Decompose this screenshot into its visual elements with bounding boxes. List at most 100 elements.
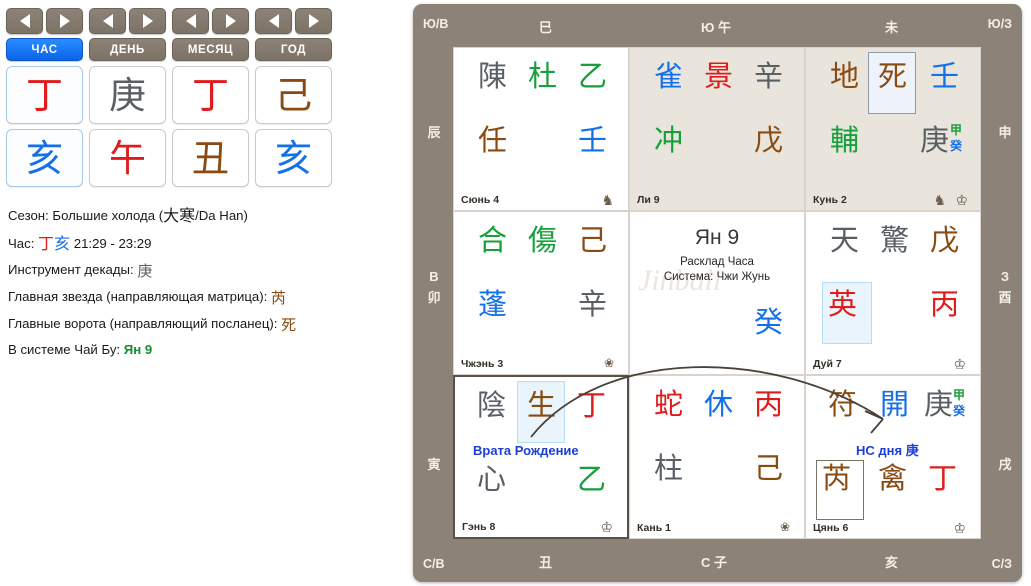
crown-icon: ♔ [953, 520, 966, 536]
tab-day[interactable]: ДЕНЬ [89, 38, 166, 61]
edge-bottom-1: 丑 [539, 556, 553, 571]
day-branch-cell[interactable]: 午 [89, 129, 166, 187]
edge-right-1: 申 [998, 126, 1012, 141]
crown-icon: ♔ [953, 356, 966, 372]
palace-cell-xun-4[interactable]: 陳 杜 乙 任 壬 Сюнь 4 ♞ [453, 47, 629, 211]
edge-top-left-corner: Ю/В [423, 17, 449, 31]
cell4-spirit: 天 [830, 223, 860, 257]
cell5-stem: 丁 [577, 388, 607, 422]
cell6-star: 柱 [654, 451, 684, 485]
cell1-earth: 戊 [754, 123, 784, 157]
month-stem-cell[interactable]: 丁 [172, 66, 249, 124]
pillar-stems-row: 丁 庚 丁 己 [6, 66, 332, 129]
pillar-col-hour-nav [6, 8, 83, 38]
triangle-left-icon [268, 14, 279, 28]
cell5-star: 心 [477, 462, 507, 496]
cell4-stem: 戊 [930, 223, 960, 257]
tab-hour[interactable]: ЧАС [6, 38, 83, 61]
four-pillars-selector: ЧАС ДЕНЬ МЕСЯЦ ГОД 丁 庚 丁 己 亥 午 丑 亥 [6, 8, 332, 192]
cell0-earth: 壬 [578, 123, 608, 157]
cell7-earth: 丁 [928, 461, 958, 495]
cell5-earth: 乙 [577, 462, 607, 496]
info-chai-bu-value: Ян 9 [123, 342, 153, 358]
info-decade: Инструмент декады: 庚 [8, 262, 398, 281]
palace-cell-zhen-3[interactable]: 合 傷 己 蓬 辛 Чжэнь 3 ❀ [453, 211, 629, 375]
month-branch-cell[interactable]: 丑 [172, 129, 249, 187]
info-gate-value: 死 [281, 315, 297, 334]
cell5-tooltip: Врата Рождение [473, 443, 579, 458]
cell0-palace-label: Сюнь 4 [461, 194, 500, 206]
tab-month[interactable]: МЕСЯЦ [172, 38, 249, 61]
edge-bottom-right-corner: С/З [991, 557, 1012, 571]
cell7-stem-sup-bottom: 癸 [953, 404, 966, 418]
day-stem-cell[interactable]: 庚 [89, 66, 166, 124]
hour-branch-cell[interactable]: 亥 [6, 129, 83, 187]
cell0-stem: 乙 [578, 59, 608, 93]
cell5-gate: 生 [527, 388, 557, 422]
pillar-nav-row [6, 8, 332, 38]
triangle-left-icon [102, 14, 113, 28]
cell2-earth-sup-bottom: 癸 [950, 139, 963, 153]
info-hour-label: Час: [8, 236, 39, 251]
hour-prev-button[interactable] [6, 8, 43, 34]
pillar-col-month-nav [172, 8, 249, 38]
cell7-palace-label: Цянь 6 [813, 522, 849, 534]
cell2-star: 輔 [830, 123, 860, 157]
cell2-palace-label: Кунь 2 [813, 194, 847, 206]
edge-right-2-direction: З [1000, 269, 1010, 284]
edge-left-1: 辰 [427, 126, 441, 141]
cell0-star: 任 [478, 123, 508, 157]
center-title: Ян 9 [694, 226, 740, 249]
cell2-gate: 死 [878, 59, 908, 93]
cell4-gate: 驚 [880, 223, 910, 257]
palace-cell-qian-6[interactable]: 符 開 庚 甲 癸 НС дня 庚 芮 禽 丁 Цянь 6 ♔ [805, 375, 981, 539]
palace-cell-dui-7[interactable]: 天 驚 戊 英 丙 Дуй 7 ♔ [805, 211, 981, 375]
triangle-right-icon [308, 14, 319, 28]
info-season-cjk: 大寒 [163, 206, 196, 225]
cell7-stem: 庚 [924, 387, 954, 421]
palace-cell-gen-8[interactable]: 陰 生 丁 Врата Рождение 心 乙 Гэнь 8 ♔ [453, 375, 629, 539]
cell6-earth: 己 [754, 451, 784, 485]
info-chai-bu: В системе Чай Бу: Ян 9 [8, 342, 398, 359]
cell6-palace-label: Кань 1 [637, 522, 671, 534]
cell2-stem: 壬 [930, 59, 960, 93]
edge-top-3: 未 [885, 21, 899, 36]
cell2-spirit: 地 [830, 59, 860, 93]
year-branch-cell[interactable]: 亥 [255, 129, 332, 187]
day-prev-button[interactable] [89, 8, 126, 34]
month-prev-button[interactable] [172, 8, 209, 34]
year-next-button[interactable] [295, 8, 332, 34]
palace-cell-kun-2[interactable]: 地 死 壬 輔 庚 甲 癸 Кунь 2 ♞ ♔ [805, 47, 981, 211]
info-panel: Сезон: Большие холода (大寒/Da Han) Час: 丁… [8, 206, 398, 367]
info-season: Сезон: Большие холода (大寒/Da Han) [8, 206, 398, 226]
info-decade-value: 庚 [137, 262, 153, 280]
palace-cell-kan-1[interactable]: 蛇 休 丙 柱 己 Кань 1 ❀ [629, 375, 805, 539]
edge-top-1: 巳 [539, 21, 553, 36]
palace-cell-li-9[interactable]: 雀 景 辛 冲 戊 Ли 9 [629, 47, 805, 211]
hour-next-button[interactable] [46, 8, 83, 34]
hour-stem-cell[interactable]: 丁 [6, 66, 83, 124]
cell1-spirit: 雀 [654, 59, 684, 93]
day-next-button[interactable] [129, 8, 166, 34]
edge-right-2-branch: 酉 [998, 291, 1012, 306]
edge-left-2-branch: 卯 [427, 291, 441, 306]
cell0-spirit: 陳 [478, 59, 508, 93]
center-info-cell: Jinbali Ян 9 Расклад Часа Система: Чжи Ж… [629, 211, 805, 375]
edge-right-3: 戌 [998, 458, 1012, 473]
month-next-button[interactable] [212, 8, 249, 34]
cell3-star: 蓬 [478, 287, 508, 321]
cell4-star: 英 [828, 287, 858, 321]
cell7-gate: 開 [880, 387, 910, 421]
info-gate: Главные ворота (направляющий посланец): … [8, 316, 398, 335]
year-stem-cell[interactable]: 己 [255, 66, 332, 124]
triangle-left-icon [185, 14, 196, 28]
crown-icon: ♔ [600, 519, 613, 535]
year-prev-button[interactable] [255, 8, 292, 34]
triangle-right-icon [59, 14, 70, 28]
cell0-gate: 杜 [528, 59, 558, 93]
info-season-label: Сезон: Большие холода ( [8, 208, 164, 223]
cell1-gate: 景 [704, 59, 734, 93]
cell3-gate: 傷 [528, 223, 558, 257]
tab-year[interactable]: ГОД [255, 38, 332, 61]
crown-icon: ♔ [955, 192, 968, 208]
